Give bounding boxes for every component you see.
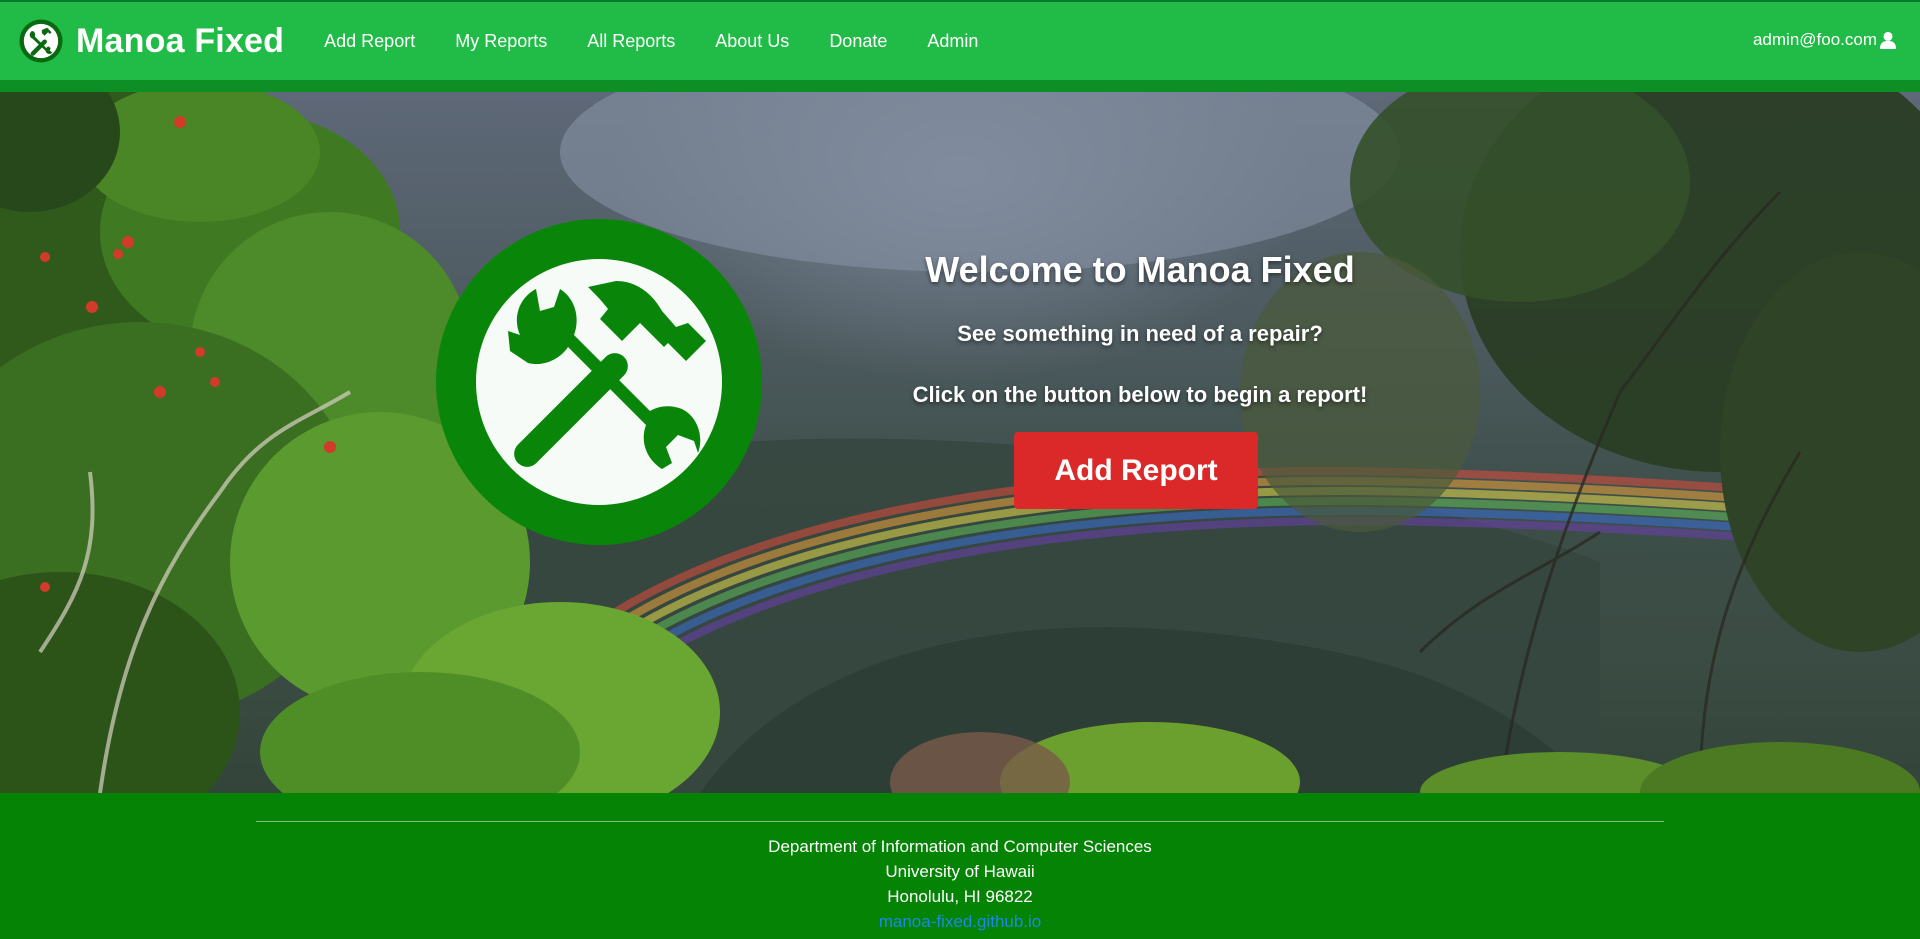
nav-all-reports[interactable]: All Reports [587,31,675,52]
brand-name: Manoa Fixed [76,21,285,60]
nav-about-us[interactable]: About Us [715,31,789,52]
nav-add-report[interactable]: Add Report [324,31,415,52]
rainforest-rainbow-background [0,92,1920,793]
add-report-button[interactable]: Add Report [1014,432,1258,509]
user-email: admin@foo.com [1752,30,1877,49]
nav-links: Add Report My Reports All Reports About … [324,31,1018,52]
footer-department: Department of Information and Computer S… [768,837,1152,856]
footer-divider [256,821,1664,822]
footer: Department of Information and Computer S… [0,793,1920,939]
footer-university: University of Hawaii [885,862,1035,881]
hammer-wrench-logo-icon [436,219,762,545]
hammer-wrench-icon [19,19,63,63]
nav-admin[interactable]: Admin [927,31,978,52]
footer-city: Honolulu, HI 96822 [887,887,1033,906]
navbar-underline [0,80,1920,92]
nav-my-reports[interactable]: My Reports [455,31,547,52]
hero-text: Welcome to Manoa Fixed See something in … [890,249,1390,408]
top-navbar: Manoa Fixed Add Report My Reports All Re… [0,0,1920,80]
footer-address: Department of Information and Computer S… [0,834,1920,934]
user-menu[interactable]: admin@foo.com [1753,30,1897,50]
user-icon [1879,31,1897,49]
nav-donate[interactable]: Donate [829,31,887,52]
hero-title: Welcome to Manoa Fixed [925,249,1355,290]
hero-subtitle-question: See something in need of a repair? [957,321,1323,346]
footer-site-link[interactable]: manoa-fixed.github.io [879,912,1042,931]
hero-subtitle-instruction: Click on the button below to begin a rep… [912,382,1368,407]
brand[interactable]: Manoa Fixed [19,19,284,63]
hero-section: Welcome to Manoa Fixed See something in … [0,92,1920,793]
